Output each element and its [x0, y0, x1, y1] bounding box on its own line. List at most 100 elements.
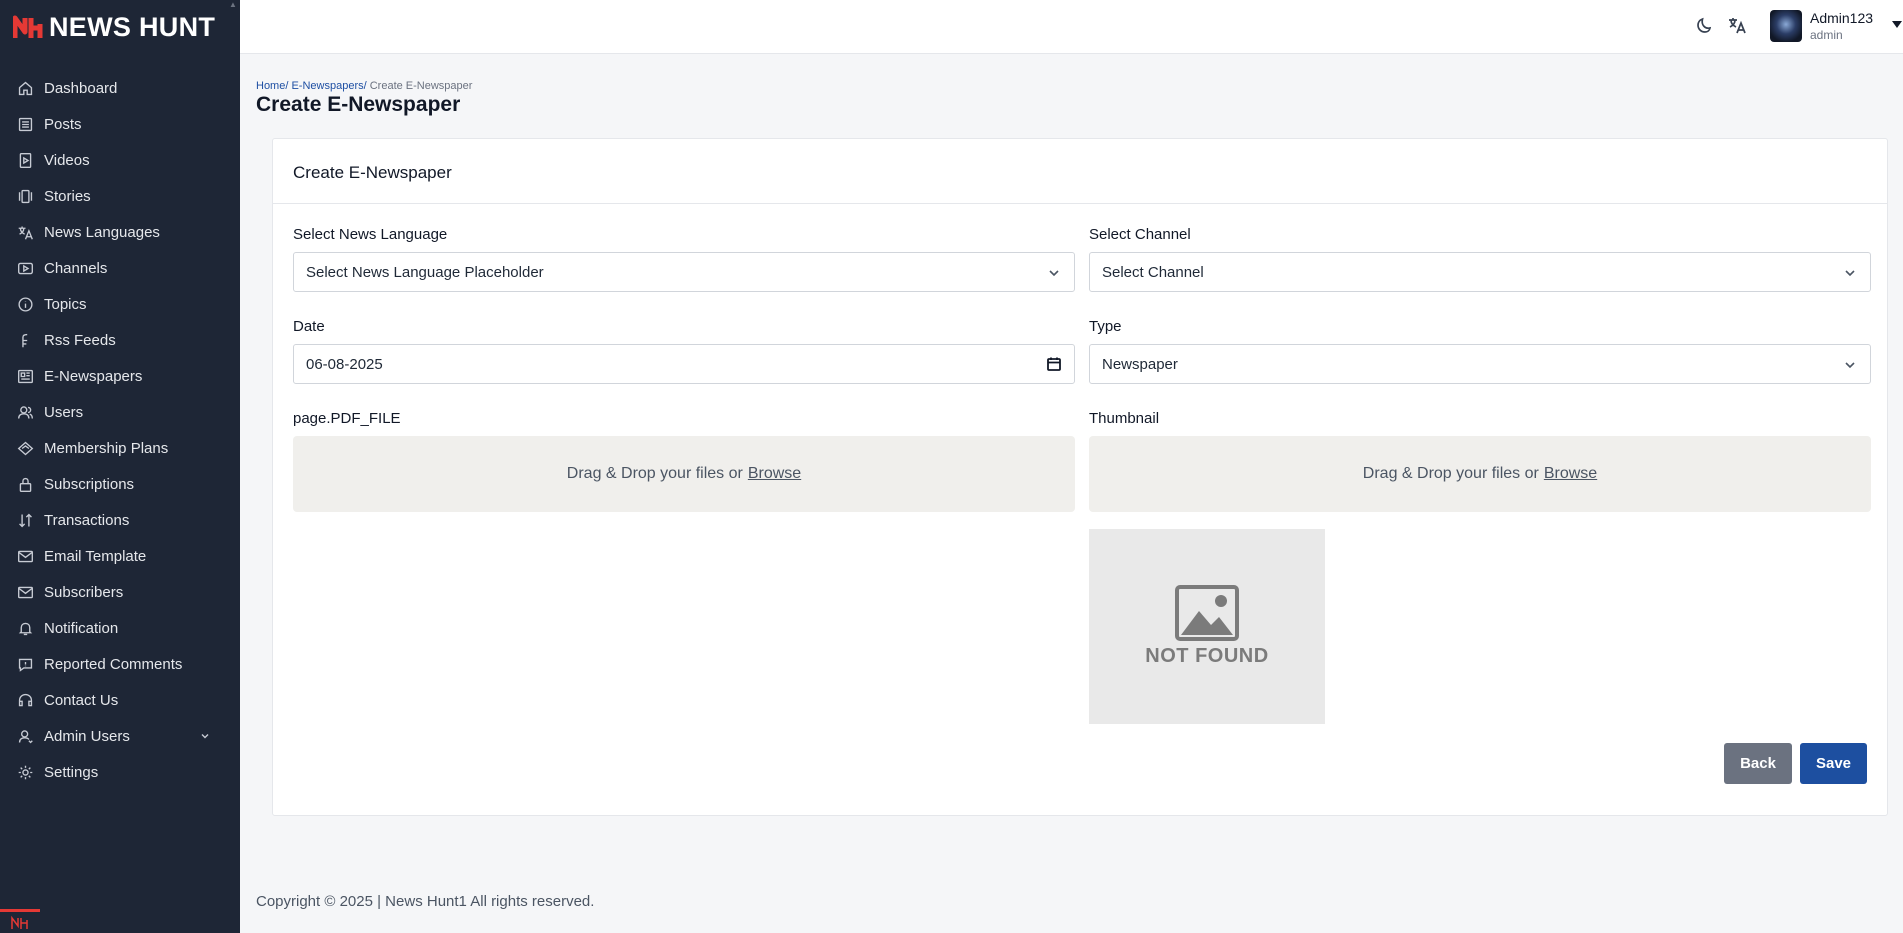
sidebar-item-label: Topics — [44, 295, 87, 313]
sidebar-item-news-languages[interactable]: News Languages — [0, 214, 240, 250]
sidebar-item-videos[interactable]: Videos — [0, 142, 240, 178]
news-language-select-value: Select News Language Placeholder — [306, 263, 544, 281]
card-title: Create E-Newspaper — [273, 139, 1887, 204]
sidebar-item-transactions[interactable]: Transactions — [0, 502, 240, 538]
mail-icon — [18, 550, 33, 562]
gear-icon — [18, 765, 33, 779]
sidebar-item-label: Transactions — [44, 511, 130, 529]
footer-copyright: Copyright © 2025 | News Hunt1 All rights… — [256, 893, 595, 910]
sidebar-item-label: Stories — [44, 187, 91, 205]
comment-icon — [18, 658, 33, 672]
thumbnail-dropzone[interactable]: Drag & Drop your files or Browse — [1089, 436, 1871, 512]
type-label: Type — [1089, 318, 1122, 335]
bell-icon — [18, 622, 33, 635]
date-input-value: 06-08-2025 — [306, 355, 383, 373]
sidebar-item-posts[interactable]: Posts — [0, 106, 240, 142]
back-button[interactable]: Back — [1724, 743, 1792, 784]
pdf-file-label: page.PDF_FILE — [293, 410, 401, 427]
chevron-down-icon — [1845, 362, 1855, 369]
sidebar-item-subscriptions[interactable]: Subscriptions — [0, 466, 240, 502]
sidebar-item-notification[interactable]: Notification — [0, 610, 240, 646]
image-placeholder-icon — [1175, 585, 1239, 641]
sidebar-nav: Dashboard Posts Videos Stories News Lang… — [0, 70, 240, 790]
date-label: Date — [293, 318, 325, 335]
dropzone-text: Drag & Drop your files or — [1362, 465, 1539, 482]
sidebar-item-label: Notification — [44, 619, 119, 637]
breadcrumb-home-link[interactable]: Home/ — [256, 80, 288, 92]
sidebar-footer-logo — [0, 909, 40, 933]
sidebar-item-label: Videos — [44, 151, 90, 169]
dark-mode-toggle[interactable] — [1695, 15, 1717, 37]
arrows-icon — [19, 513, 32, 527]
user-name[interactable]: Admin123 — [1810, 10, 1873, 26]
chevron-down-icon — [1049, 270, 1059, 277]
translate-icon — [18, 226, 33, 240]
play-icon — [18, 262, 33, 274]
browse-link[interactable]: Browse — [748, 465, 801, 483]
sidebar-item-label: Settings — [44, 763, 99, 781]
scroll-up-icon[interactable]: ▲ — [229, 0, 238, 9]
sidebar-item-label: Posts — [44, 115, 82, 133]
sidebar-item-label: Rss Feeds — [44, 331, 116, 349]
dropzone-text: Drag & Drop your files or — [566, 465, 743, 482]
create-e-newspaper-card: Create E-Newspaper Select News Language … — [272, 138, 1888, 816]
sidebar-item-email-template[interactable]: Email Template — [0, 538, 240, 574]
sidebar-item-subscribers[interactable]: Subscribers — [0, 574, 240, 610]
channel-select[interactable]: Select Channel — [1089, 252, 1871, 292]
calendar-icon[interactable] — [1046, 356, 1062, 372]
sidebar-item-reported-comments[interactable]: Reported Comments — [0, 646, 240, 682]
lock-icon — [19, 477, 32, 492]
list-icon — [18, 117, 33, 131]
sidebar: NEWS HUNT ▲ Dashboard Posts Videos Stori… — [0, 0, 240, 933]
not-found-text: NOT FOUND — [1145, 645, 1269, 667]
brand-name: NEWS HUNT — [49, 11, 216, 42]
moon-icon — [1697, 17, 1712, 33]
home-icon — [18, 81, 33, 95]
news-hunt-logo-icon — [13, 15, 43, 38]
breadcrumb-e-newspapers-link[interactable]: E-Newspapers/ — [291, 80, 366, 92]
sidebar-item-dashboard[interactable]: Dashboard — [0, 70, 240, 106]
sidebar-item-label: Dashboard — [44, 79, 118, 97]
sidebar-item-users[interactable]: Users — [0, 394, 240, 430]
sidebar-item-channels[interactable]: Channels — [0, 250, 240, 286]
newspaper-icon — [18, 369, 33, 383]
language-switch-button[interactable] — [1727, 15, 1749, 37]
sidebar-item-label: Subscriptions — [44, 475, 135, 493]
info-icon — [18, 296, 33, 312]
sidebar-item-settings[interactable]: Settings — [0, 754, 240, 790]
type-select[interactable]: Newspaper — [1089, 344, 1871, 384]
sidebar-item-label: News Languages — [44, 223, 160, 241]
sidebar-item-rss-feeds[interactable]: Rss Feeds — [0, 322, 240, 358]
mail-icon — [18, 586, 33, 598]
sidebar-item-membership-plans[interactable]: Membership Plans — [0, 430, 240, 466]
date-input[interactable]: 06-08-2025 — [293, 344, 1075, 384]
sidebar-item-label: Email Template — [44, 547, 147, 565]
user-menu-caret-icon[interactable] — [1892, 21, 1902, 28]
user-role: admin — [1810, 28, 1843, 42]
sidebar-item-topics[interactable]: Topics — [0, 286, 240, 322]
chevron-down-icon — [1845, 270, 1855, 277]
sidebar-item-admin-users[interactable]: Admin Users — [0, 718, 240, 754]
sidebar-item-label: Users — [44, 403, 84, 421]
sidebar-item-label: E-Newspapers — [44, 367, 143, 385]
page-title: Create E-Newspaper — [256, 93, 461, 116]
user-icon — [18, 729, 33, 743]
sidebar-item-label: Admin Users — [44, 727, 130, 745]
news-language-select[interactable]: Select News Language Placeholder — [293, 252, 1075, 292]
sidebar-item-stories[interactable]: Stories — [0, 178, 240, 214]
chevron-down-icon[interactable] — [200, 731, 210, 741]
sidebar-item-label: Channels — [44, 259, 108, 277]
headset-icon — [18, 693, 33, 706]
brand-logo[interactable]: NEWS HUNT — [13, 12, 215, 42]
save-button[interactable]: Save — [1800, 743, 1867, 784]
stories-icon — [18, 189, 33, 203]
browse-link[interactable]: Browse — [1544, 465, 1597, 483]
avatar[interactable] — [1770, 10, 1802, 42]
top-bar: Admin123 admin — [240, 0, 1903, 54]
diamond-icon — [17, 441, 34, 455]
channel-select-value: Select Channel — [1102, 263, 1204, 281]
pdf-file-dropzone[interactable]: Drag & Drop your files or Browse — [293, 436, 1075, 512]
sidebar-item-contact-us[interactable]: Contact Us — [0, 682, 240, 718]
sidebar-item-e-newspapers[interactable]: E-Newspapers — [0, 358, 240, 394]
sidebar-item-label: Reported Comments — [44, 655, 183, 673]
